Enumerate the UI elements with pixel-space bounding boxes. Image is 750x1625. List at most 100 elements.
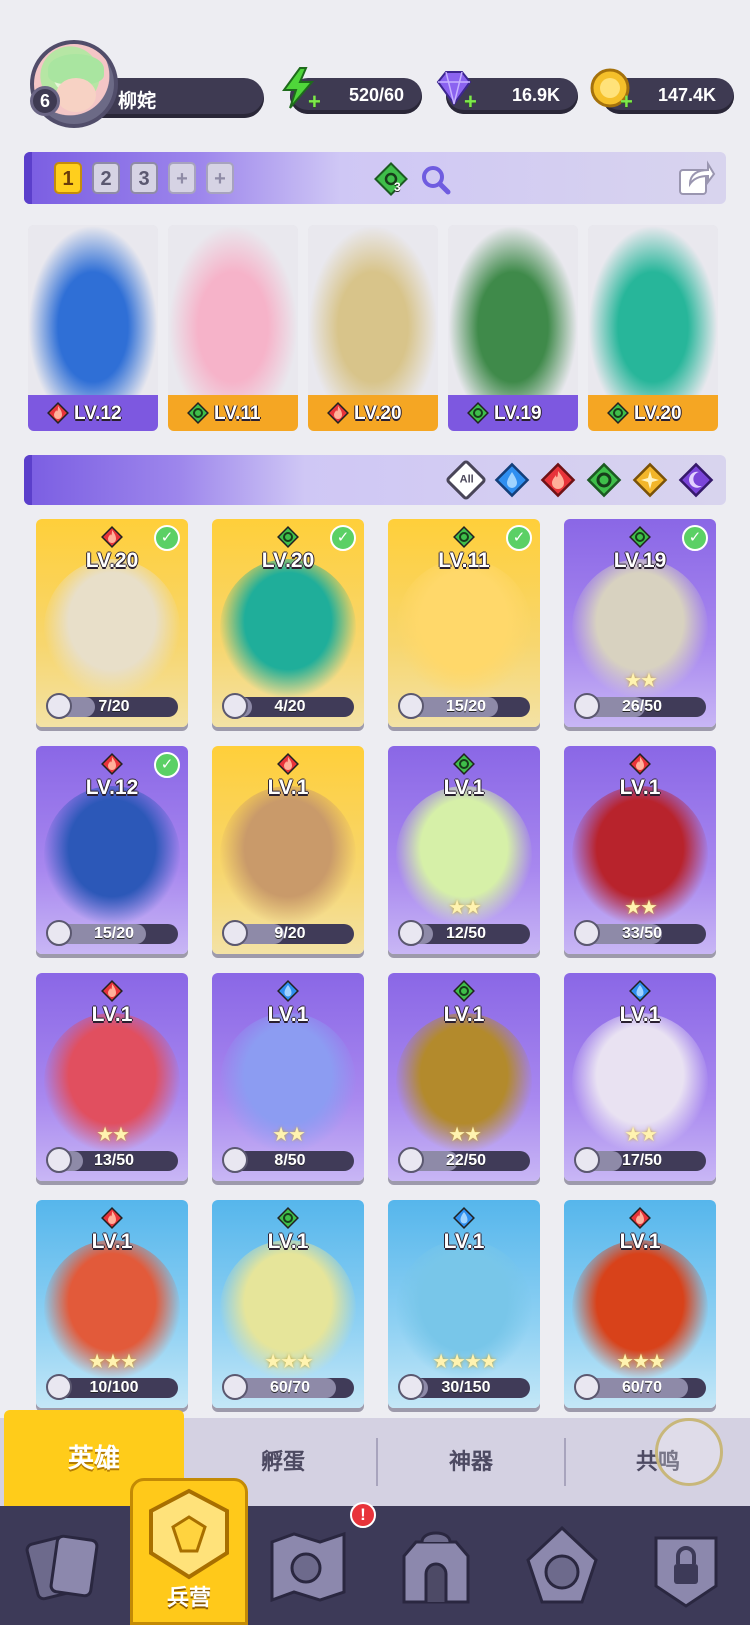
wind-element-icon — [453, 753, 475, 775]
team-slot-add-2[interactable]: + — [206, 162, 234, 194]
player-level-badge: 6 — [30, 86, 60, 116]
search-icon[interactable] — [418, 162, 452, 196]
hero-card[interactable]: LV.1 ★★ 17/50 — [564, 973, 716, 1181]
map-icon — [270, 1531, 346, 1603]
team-bar: 1 2 3 + + 3 — [24, 152, 726, 204]
hero-card[interactable]: ✓ LV.20 4/20 — [212, 519, 364, 727]
hero-element — [628, 752, 652, 776]
water-filter-icon[interactable] — [494, 462, 530, 498]
dark-filter-icon[interactable] — [678, 462, 714, 498]
hero-element — [276, 979, 300, 1003]
hero-card[interactable]: LV.1 ★★ 8/50 — [212, 973, 364, 1181]
hero-portrait — [588, 225, 718, 395]
hero-card[interactable]: LV.1 ★★ 33/50 — [564, 746, 716, 954]
hero-level: LV.12 — [85, 776, 139, 799]
in-team-check-icon: ✓ — [154, 525, 180, 551]
hero-card[interactable]: LV.1 ★★★★ 30/150 — [388, 1200, 540, 1408]
hero-element — [276, 1206, 300, 1230]
team-element-summary[interactable]: 3 — [374, 162, 408, 196]
water-element-icon — [453, 1207, 475, 1229]
coin-counter[interactable]: + 147.4K — [590, 68, 734, 114]
team-slot-3[interactable]: 3 — [130, 162, 158, 194]
hero-card[interactable]: LV.1 9/20 — [212, 746, 364, 954]
hero-stars: ★★ — [624, 897, 658, 919]
filter-bar-accent — [24, 455, 32, 505]
add-coins-icon[interactable]: + — [620, 91, 638, 113]
wind-filter-icon[interactable] — [586, 462, 622, 498]
hero-portrait — [220, 559, 356, 697]
hero-level: LV.1 — [267, 776, 309, 799]
hero-element — [100, 752, 124, 776]
hero-card[interactable]: ✓ LV.19 ★★ 26/50 — [564, 519, 716, 727]
nav-locked[interactable] — [640, 1520, 732, 1612]
energy-counter[interactable]: + 520/60 — [282, 67, 422, 114]
wind-element-icon — [187, 402, 209, 424]
hero-card[interactable]: LV.1 ★★ 12/50 — [388, 746, 540, 954]
shard-progress-text: 4/20 — [274, 698, 306, 715]
add-energy-icon[interactable]: + — [308, 91, 326, 113]
light-filter-icon[interactable] — [632, 462, 668, 498]
team-hero-level: LV.20 — [634, 403, 682, 424]
team-bar-accent — [24, 152, 32, 204]
in-team-check-icon: ✓ — [506, 525, 532, 551]
in-team-check-icon: ✓ — [682, 525, 708, 551]
hero-stars: ★★ — [624, 670, 658, 692]
hero-level: LV.1 — [619, 1003, 661, 1026]
hero-card[interactable]: LV.1 ★★★ 60/70 — [564, 1200, 716, 1408]
hero-portrait — [44, 786, 180, 924]
hero-card[interactable]: LV.1 ★★ 22/50 — [388, 973, 540, 1181]
hero-stars: ★★★ — [616, 1351, 666, 1373]
shard-progress-text: 8/50 — [274, 1152, 306, 1169]
team-hero-level: LV.19 — [494, 403, 542, 424]
team-hero-level: LV.11 — [214, 403, 261, 424]
hero-level: LV.11 — [438, 549, 490, 572]
shard-progress-bar: 30/150 — [398, 1374, 530, 1400]
hero-element — [628, 1206, 652, 1230]
nav-cards[interactable] — [18, 1520, 110, 1612]
filter-all-button[interactable]: All — [444, 458, 488, 502]
hero-card[interactable]: ✓ LV.12 15/20 — [36, 746, 188, 954]
hero-card[interactable]: LV.1 ★★★ 10/100 — [36, 1200, 188, 1408]
team-slot-1[interactable]: 1 — [54, 162, 82, 194]
hero-card[interactable]: ✓ LV.11 15/20 — [388, 519, 540, 727]
fire-element-icon — [101, 753, 123, 775]
team-hero-card[interactable]: LV.20 — [308, 225, 438, 431]
tab-artifacts[interactable]: 神器 — [378, 1418, 564, 1506]
team-hero-card[interactable]: LV.19 — [448, 225, 578, 431]
fire-filter-icon[interactable] — [540, 462, 576, 498]
shard-progress-text: 17/50 — [621, 1152, 663, 1169]
hero-stars: ★★★ — [264, 1351, 314, 1373]
nav-castle[interactable] — [390, 1520, 482, 1612]
hero-level: LV.1 — [267, 1230, 309, 1253]
hero-level: LV.19 — [613, 549, 667, 572]
hero-portrait — [44, 559, 180, 697]
hero-element — [628, 979, 652, 1003]
hero-stars: ★★★ — [88, 1351, 138, 1373]
nav-map[interactable] — [262, 1520, 354, 1612]
filter-all-frame: All — [444, 458, 488, 502]
nav-guild[interactable] — [516, 1520, 608, 1612]
hero-card[interactable]: ✓ LV.20 7/20 — [36, 519, 188, 727]
hero-card[interactable]: LV.1 ★★ 13/50 — [36, 973, 188, 1181]
shard-progress-text: 60/70 — [621, 1379, 663, 1396]
team-slot-add-1[interactable]: + — [168, 162, 196, 194]
team-hero-level: LV.20 — [354, 403, 402, 424]
in-team-check-icon: ✓ — [330, 525, 356, 551]
hero-card[interactable]: LV.1 ★★★ 60/70 — [212, 1200, 364, 1408]
team-hero-card[interactable]: LV.20 — [588, 225, 718, 431]
team-hero-card[interactable]: LV.12 — [28, 225, 158, 431]
shard-progress-text: 9/20 — [274, 925, 306, 942]
hero-portrait — [28, 225, 158, 395]
nav-barracks[interactable]: 兵营 — [130, 1478, 248, 1625]
water-element-icon — [277, 980, 299, 1002]
floating-round-button[interactable] — [655, 1418, 723, 1486]
fire-element-icon — [629, 753, 651, 775]
team-hero-card[interactable]: LV.11 — [168, 225, 298, 431]
team-slot-2[interactable]: 2 — [92, 162, 120, 194]
hero-level: LV.1 — [619, 776, 661, 799]
gem-counter[interactable]: + 16.9K — [436, 71, 578, 114]
shard-progress-bar: 60/70 — [222, 1374, 354, 1400]
share-icon[interactable] — [676, 158, 716, 198]
add-gems-icon[interactable]: + — [464, 91, 482, 113]
hero-portrait — [396, 559, 532, 697]
